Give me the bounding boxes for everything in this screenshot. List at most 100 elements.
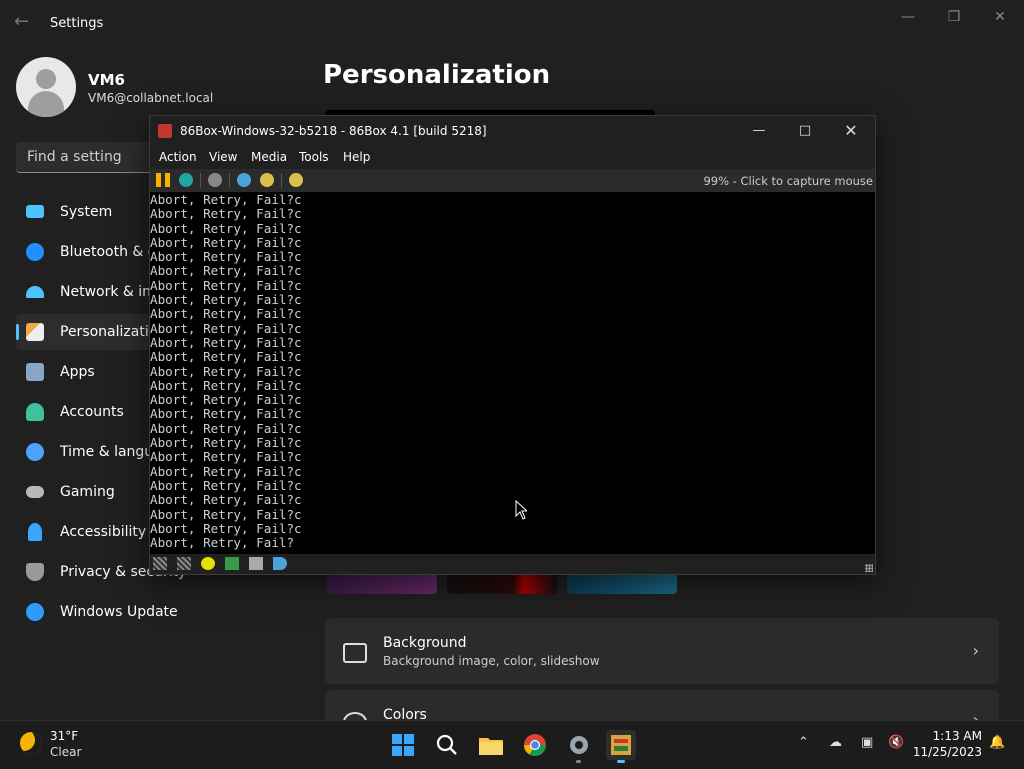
dos-line: Abort, Retry, Fail?c: [150, 392, 302, 408]
ctrl-alt-del-icon[interactable]: [179, 173, 193, 187]
wifi-icon: [26, 286, 44, 298]
dos-line: Abort, Retry, Fail?c: [150, 477, 302, 493]
pause-icon[interactable]: [156, 173, 170, 187]
hard-reset-icon[interactable]: [260, 173, 274, 187]
dos-line: Abort, Retry, Fail?c: [150, 206, 302, 222]
person-icon: [26, 403, 44, 421]
palette-icon: [343, 712, 367, 720]
dos-line: Abort, Retry, Fail?c: [150, 406, 302, 422]
search-placeholder: Find a setting: [27, 149, 122, 165]
notification-bell-icon[interactable]: 🔔: [989, 735, 1005, 750]
file-explorer-button[interactable]: [476, 730, 506, 760]
86box-taskbar-button[interactable]: [606, 730, 636, 763]
dos-line: Abort, Retry, Fail?c: [150, 320, 302, 336]
clock-time[interactable]: 1:13 AM: [920, 729, 982, 743]
86box-logo-icon: [158, 124, 172, 138]
image-icon: [343, 643, 367, 663]
volume-muted-icon[interactable]: 🔇: [888, 735, 904, 750]
theme-thumbnail[interactable]: [447, 572, 557, 594]
menu-help[interactable]: Help: [343, 150, 370, 164]
emulator-maximize-button[interactable]: □: [782, 120, 828, 142]
shield-icon: [26, 563, 44, 581]
86box-icon: [611, 735, 631, 755]
active-indicator: [617, 760, 625, 763]
floppy-drive-icon[interactable]: [177, 557, 191, 570]
dos-line: Abort, Retry, Fail?c: [150, 506, 302, 522]
menu-media[interactable]: Media: [251, 150, 287, 164]
onedrive-icon[interactable]: ☁: [829, 735, 842, 750]
search-icon: [436, 734, 457, 755]
accessibility-icon: [28, 523, 42, 541]
hard-disk-icon[interactable]: [225, 557, 239, 570]
close-button[interactable]: ✕: [977, 6, 1023, 28]
dos-line: Abort, Retry, Fail?c: [150, 234, 302, 250]
dos-line: Abort, Retry, Fail?: [150, 535, 295, 551]
theme-thumbnail[interactable]: [567, 572, 677, 594]
gear-icon[interactable]: [289, 173, 303, 187]
emulator-titlebar[interactable]: 86Box-Windows-32-b5218 - 86Box 4.1 [buil…: [150, 116, 875, 146]
back-arrow-icon[interactable]: ←: [14, 12, 34, 32]
chrome-button[interactable]: [520, 730, 550, 760]
dos-line: Abort, Retry, Fail?c: [150, 292, 302, 308]
emulator-statusbar: [150, 554, 875, 574]
toolbar-separator: [200, 173, 201, 188]
card-title: Background: [383, 635, 467, 651]
dos-line: Abort, Retry, Fail?c: [150, 420, 302, 436]
dos-line: Abort, Retry, Fail?c: [150, 263, 302, 279]
sidebar-item-label: Gaming: [60, 484, 115, 500]
dos-output: Abort, Retry, Fail?c Abort, Retry, Fail?c…: [150, 192, 875, 550]
apps-icon: [26, 363, 44, 381]
menu-view[interactable]: View: [209, 150, 237, 164]
menu-action[interactable]: Action: [159, 150, 197, 164]
sidebar-item-label: Windows Update: [60, 604, 178, 620]
sidebar-item-label: Apps: [60, 364, 95, 380]
network-icon[interactable]: [249, 557, 263, 570]
start-button[interactable]: [388, 730, 418, 760]
page-title: Personalization: [323, 60, 551, 90]
taskbar: 31°F Clear ⌃ ☁ ▣ 🔇 1:13 AM 11/25/2023 🔔: [0, 720, 1024, 769]
weather-condition: Clear: [50, 745, 82, 759]
floppy-drive-icon[interactable]: [153, 557, 167, 570]
menu-tools[interactable]: Tools: [299, 150, 329, 164]
sidebar-item-windows-update[interactable]: Windows Update: [16, 594, 296, 630]
chevron-right-icon: ›: [972, 641, 979, 660]
emulator-minimize-button[interactable]: —: [736, 120, 782, 142]
theme-thumbnail[interactable]: [327, 572, 437, 594]
clock-date[interactable]: 11/25/2023: [905, 745, 982, 759]
user-email: VM6@collabnet.local: [88, 91, 214, 105]
user-name: VM6: [88, 71, 125, 89]
minimize-button[interactable]: —: [885, 6, 931, 28]
dos-line: Abort, Retry, Fail?c: [150, 363, 302, 379]
moon-icon: [20, 732, 42, 754]
background-card[interactable]: Background Background image, color, slid…: [325, 618, 999, 684]
resize-grip[interactable]: [865, 564, 873, 572]
emulator-close-button[interactable]: ✕: [828, 120, 874, 142]
network-tray-icon[interactable]: ▣: [861, 735, 873, 750]
cdrom-icon[interactable]: [201, 557, 215, 570]
running-indicator: [576, 760, 581, 763]
emulator-menubar: Action View Media Tools Help: [150, 146, 875, 168]
dos-line: Abort, Retry, Fail?c: [150, 249, 302, 265]
chevron-up-icon[interactable]: ⌃: [798, 735, 809, 750]
user-profile[interactable]: VM6 VM6@collabnet.local: [16, 57, 296, 117]
colors-card[interactable]: Colors ›: [325, 690, 999, 720]
mouse-cursor-icon: [515, 500, 527, 520]
emulator-screen[interactable]: Abort, Retry, Fail?c Abort, Retry, Fail?c…: [150, 192, 875, 554]
dos-line: Abort, Retry, Fail?c: [150, 334, 302, 350]
chrome-icon: [524, 734, 546, 756]
weather-temp: 31°F: [50, 729, 79, 743]
restore-button[interactable]: ❐: [931, 6, 977, 28]
settings-taskbar-button[interactable]: [564, 730, 594, 763]
settings-titlebar: ← Settings — ❐ ✕: [0, 0, 1024, 48]
windows-logo-icon: [392, 734, 414, 756]
update-icon: [26, 603, 44, 621]
reset-icon[interactable]: [208, 173, 222, 187]
search-taskbar-button[interactable]: [432, 730, 462, 760]
sidebar-item-label: Accounts: [60, 404, 124, 420]
settings-icon[interactable]: [237, 173, 251, 187]
toolbar-separator: [229, 173, 230, 188]
emulator-window: 86Box-Windows-32-b5218 - 86Box 4.1 [buil…: [149, 115, 876, 575]
folder-icon: [479, 738, 503, 755]
sound-icon[interactable]: [273, 557, 287, 570]
dos-line: Abort, Retry, Fail?c: [150, 192, 302, 207]
